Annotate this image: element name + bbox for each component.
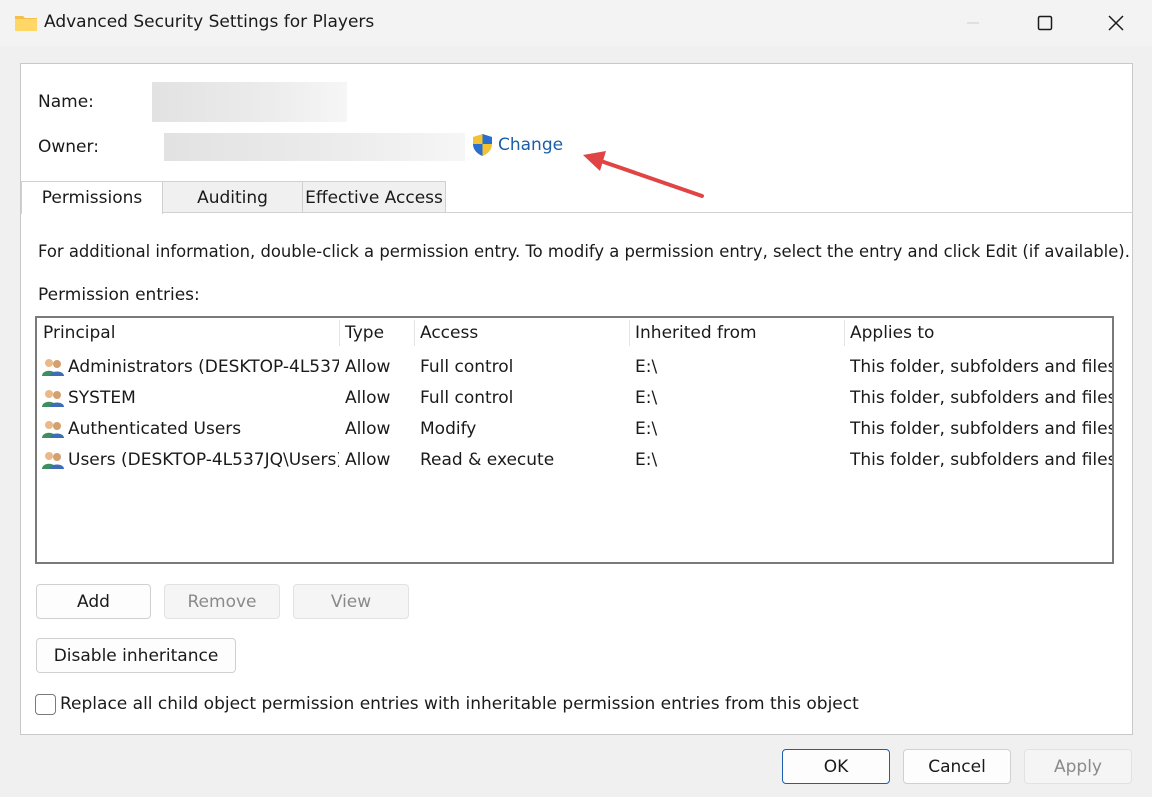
user-group-icon bbox=[42, 389, 64, 407]
tab-auditing-label: Auditing bbox=[197, 187, 268, 208]
column-header-principal[interactable]: Principal bbox=[37, 318, 339, 348]
permission-entries-label: Permission entries: bbox=[38, 285, 200, 305]
inherited-cell: E:\ bbox=[635, 356, 658, 377]
table-row[interactable]: Administrators (DESKTOP-4L537... Allow F… bbox=[37, 351, 1112, 382]
type-cell: Allow bbox=[345, 418, 391, 439]
info-text: For additional information, double-click… bbox=[38, 242, 1130, 261]
view-button-label: View bbox=[330, 591, 372, 612]
add-button-label: Add bbox=[77, 591, 110, 612]
table-row[interactable]: Users (DESKTOP-4L537JQ\Users) Allow Read… bbox=[37, 444, 1112, 475]
remove-button-label: Remove bbox=[187, 591, 257, 612]
principal-name: SYSTEM bbox=[68, 387, 136, 408]
tab-effective-access[interactable]: Effective Access bbox=[302, 181, 446, 213]
change-owner-link[interactable]: Change bbox=[471, 133, 563, 157]
column-type-label: Type bbox=[345, 323, 385, 343]
type-cell: Allow bbox=[345, 356, 391, 377]
principal-name: Authenticated Users bbox=[68, 418, 242, 439]
replace-child-permissions-checkbox[interactable] bbox=[35, 694, 56, 715]
inherited-cell: E:\ bbox=[635, 418, 658, 439]
column-header-inherited-from[interactable]: Inherited from bbox=[629, 318, 844, 348]
applies-cell: This folder, subfolders and files bbox=[850, 387, 1112, 408]
name-label: Name: bbox=[38, 92, 94, 112]
applies-cell: This folder, subfolders and files bbox=[850, 449, 1112, 470]
folder-icon bbox=[15, 16, 37, 31]
apply-button[interactable]: Apply bbox=[1024, 749, 1132, 784]
column-header-access[interactable]: Access bbox=[414, 318, 629, 348]
remove-button[interactable]: Remove bbox=[164, 584, 280, 619]
inherited-cell: E:\ bbox=[635, 387, 658, 408]
column-header-type[interactable]: Type bbox=[339, 318, 414, 348]
disable-inheritance-label: Disable inheritance bbox=[53, 645, 219, 666]
apply-button-label: Apply bbox=[1054, 756, 1102, 777]
tab-effective-access-label: Effective Access bbox=[305, 187, 443, 208]
add-button[interactable]: Add bbox=[36, 584, 151, 619]
type-cell: Allow bbox=[345, 449, 391, 470]
applies-cell: This folder, subfolders and files bbox=[850, 356, 1112, 377]
tab-permissions[interactable]: Permissions bbox=[21, 181, 163, 214]
user-group-icon bbox=[42, 451, 64, 469]
column-inherited-label: Inherited from bbox=[635, 323, 757, 343]
cancel-button[interactable]: Cancel bbox=[903, 749, 1011, 784]
close-icon bbox=[1108, 15, 1124, 31]
access-cell: Full control bbox=[420, 387, 514, 408]
tab-strip: Permissions Auditing Effective Access bbox=[20, 181, 1133, 214]
table-row[interactable]: SYSTEM Allow Full control E:\ This folde… bbox=[37, 382, 1112, 413]
permission-entries-list[interactable]: Principal Type Access Inherited from App… bbox=[35, 316, 1114, 564]
change-link-label: Change bbox=[498, 135, 564, 155]
access-cell: Full control bbox=[420, 356, 514, 377]
minimize-icon bbox=[967, 22, 979, 24]
uac-shield-icon bbox=[473, 134, 492, 156]
cancel-button-label: Cancel bbox=[928, 756, 986, 777]
access-cell: Modify bbox=[420, 418, 477, 439]
column-principal-label: Principal bbox=[43, 323, 116, 343]
type-cell: Allow bbox=[345, 387, 391, 408]
close-button[interactable] bbox=[1080, 0, 1152, 46]
column-header-applies-to[interactable]: Applies to bbox=[844, 318, 1112, 348]
dialog-window: Advanced Security Settings for Players N… bbox=[0, 0, 1152, 797]
maximize-button[interactable] bbox=[1009, 0, 1081, 46]
ok-button-label: OK bbox=[823, 756, 849, 777]
view-button[interactable]: View bbox=[293, 584, 409, 619]
principal-cell: SYSTEM bbox=[41, 382, 339, 413]
user-group-icon bbox=[42, 358, 64, 376]
tab-divider bbox=[20, 212, 1133, 213]
title-bar[interactable]: Advanced Security Settings for Players bbox=[0, 0, 1152, 46]
window-title: Advanced Security Settings for Players bbox=[44, 12, 375, 32]
column-access-label: Access bbox=[420, 323, 479, 343]
inherited-cell: E:\ bbox=[635, 449, 658, 470]
minimize-button[interactable] bbox=[937, 0, 1009, 46]
disable-inheritance-button[interactable]: Disable inheritance bbox=[36, 638, 236, 673]
owner-value-redacted bbox=[164, 133, 465, 161]
user-group-icon bbox=[42, 420, 64, 438]
table-row[interactable]: Authenticated Users Allow Modify E:\ Thi… bbox=[37, 413, 1112, 444]
replace-child-permissions-label[interactable]: Replace all child object permission entr… bbox=[60, 694, 859, 714]
principal-name: Administrators (DESKTOP-4L537... bbox=[68, 356, 339, 377]
maximize-icon bbox=[1037, 15, 1053, 31]
ok-button[interactable]: OK bbox=[782, 749, 890, 784]
applies-cell: This folder, subfolders and files bbox=[850, 418, 1112, 439]
access-cell: Read & execute bbox=[420, 449, 555, 470]
owner-label: Owner: bbox=[38, 137, 99, 157]
name-value-redacted bbox=[152, 82, 347, 122]
principal-cell: Authenticated Users bbox=[41, 413, 339, 444]
column-applies-label: Applies to bbox=[850, 323, 935, 343]
tab-permissions-label: Permissions bbox=[41, 188, 143, 208]
principal-name: Users (DESKTOP-4L537JQ\Users) bbox=[68, 449, 339, 470]
principal-cell: Users (DESKTOP-4L537JQ\Users) bbox=[41, 444, 339, 475]
principal-cell: Administrators (DESKTOP-4L537... bbox=[41, 351, 339, 382]
tab-auditing[interactable]: Auditing bbox=[162, 181, 303, 213]
